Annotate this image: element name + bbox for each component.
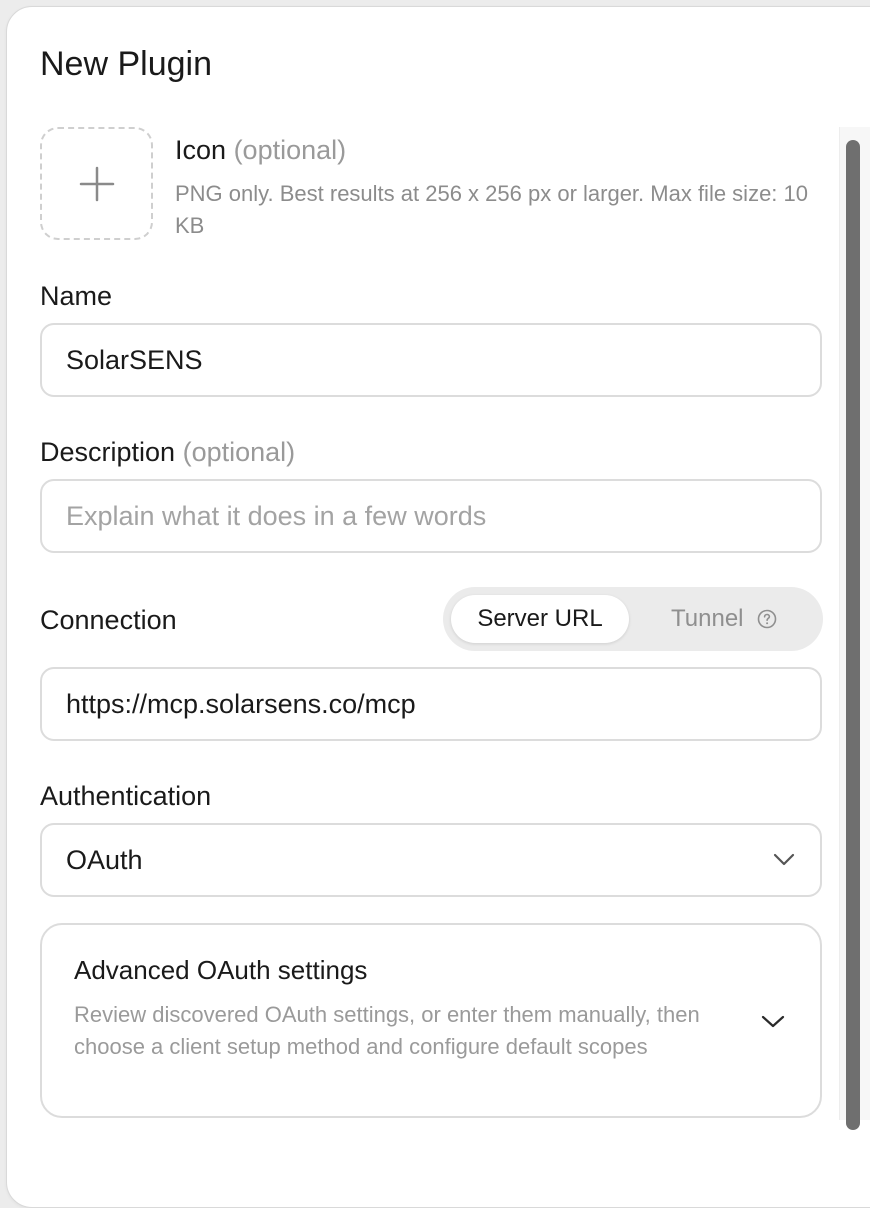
advanced-oauth-title: Advanced OAuth settings	[74, 955, 368, 985]
description-input[interactable]	[66, 481, 786, 551]
tunnel-option-label: Tunnel	[671, 605, 744, 632]
description-label: Description (optional)	[40, 435, 295, 469]
tunnel-option[interactable]: Tunnel	[639, 595, 815, 643]
dialog-title: New Plugin	[40, 45, 212, 83]
help-circle-icon[interactable]	[757, 609, 777, 629]
connection-label: Connection	[40, 605, 177, 635]
name-field[interactable]	[40, 323, 822, 397]
description-field[interactable]	[40, 479, 822, 553]
authentication-selected-value: OAuth	[66, 845, 143, 875]
icon-label: Icon (optional)	[175, 133, 346, 167]
server-url-field[interactable]	[40, 667, 822, 741]
advanced-oauth-description: Review discovered OAuth settings, or ent…	[74, 1002, 700, 1059]
authentication-select[interactable]: OAuth	[40, 823, 822, 897]
authentication-label: Authentication	[40, 781, 212, 811]
icon-help-text: PNG only. Best results at 256 x 256 px o…	[175, 181, 808, 238]
advanced-oauth-settings-panel[interactable]: Advanced OAuth settings Review discovere…	[40, 923, 822, 1118]
scrollbar-thumb[interactable]	[846, 140, 860, 1130]
icon-upload-button[interactable]	[40, 127, 153, 240]
icon-optional-text: (optional)	[233, 135, 347, 165]
connection-type-toggle: Server URL Tunnel	[443, 587, 823, 651]
description-optional-text: (optional)	[182, 437, 296, 467]
chevron-down-icon	[773, 853, 795, 866]
name-label: Name	[40, 281, 113, 311]
name-input[interactable]	[66, 325, 786, 395]
server-url-option[interactable]: Server URL	[451, 595, 629, 643]
icon-label-text: Icon	[175, 135, 227, 165]
plus-icon	[79, 166, 115, 202]
description-label-text: Description	[40, 437, 176, 467]
chevron-down-icon[interactable]	[761, 1015, 785, 1029]
server-url-input[interactable]	[66, 669, 786, 739]
